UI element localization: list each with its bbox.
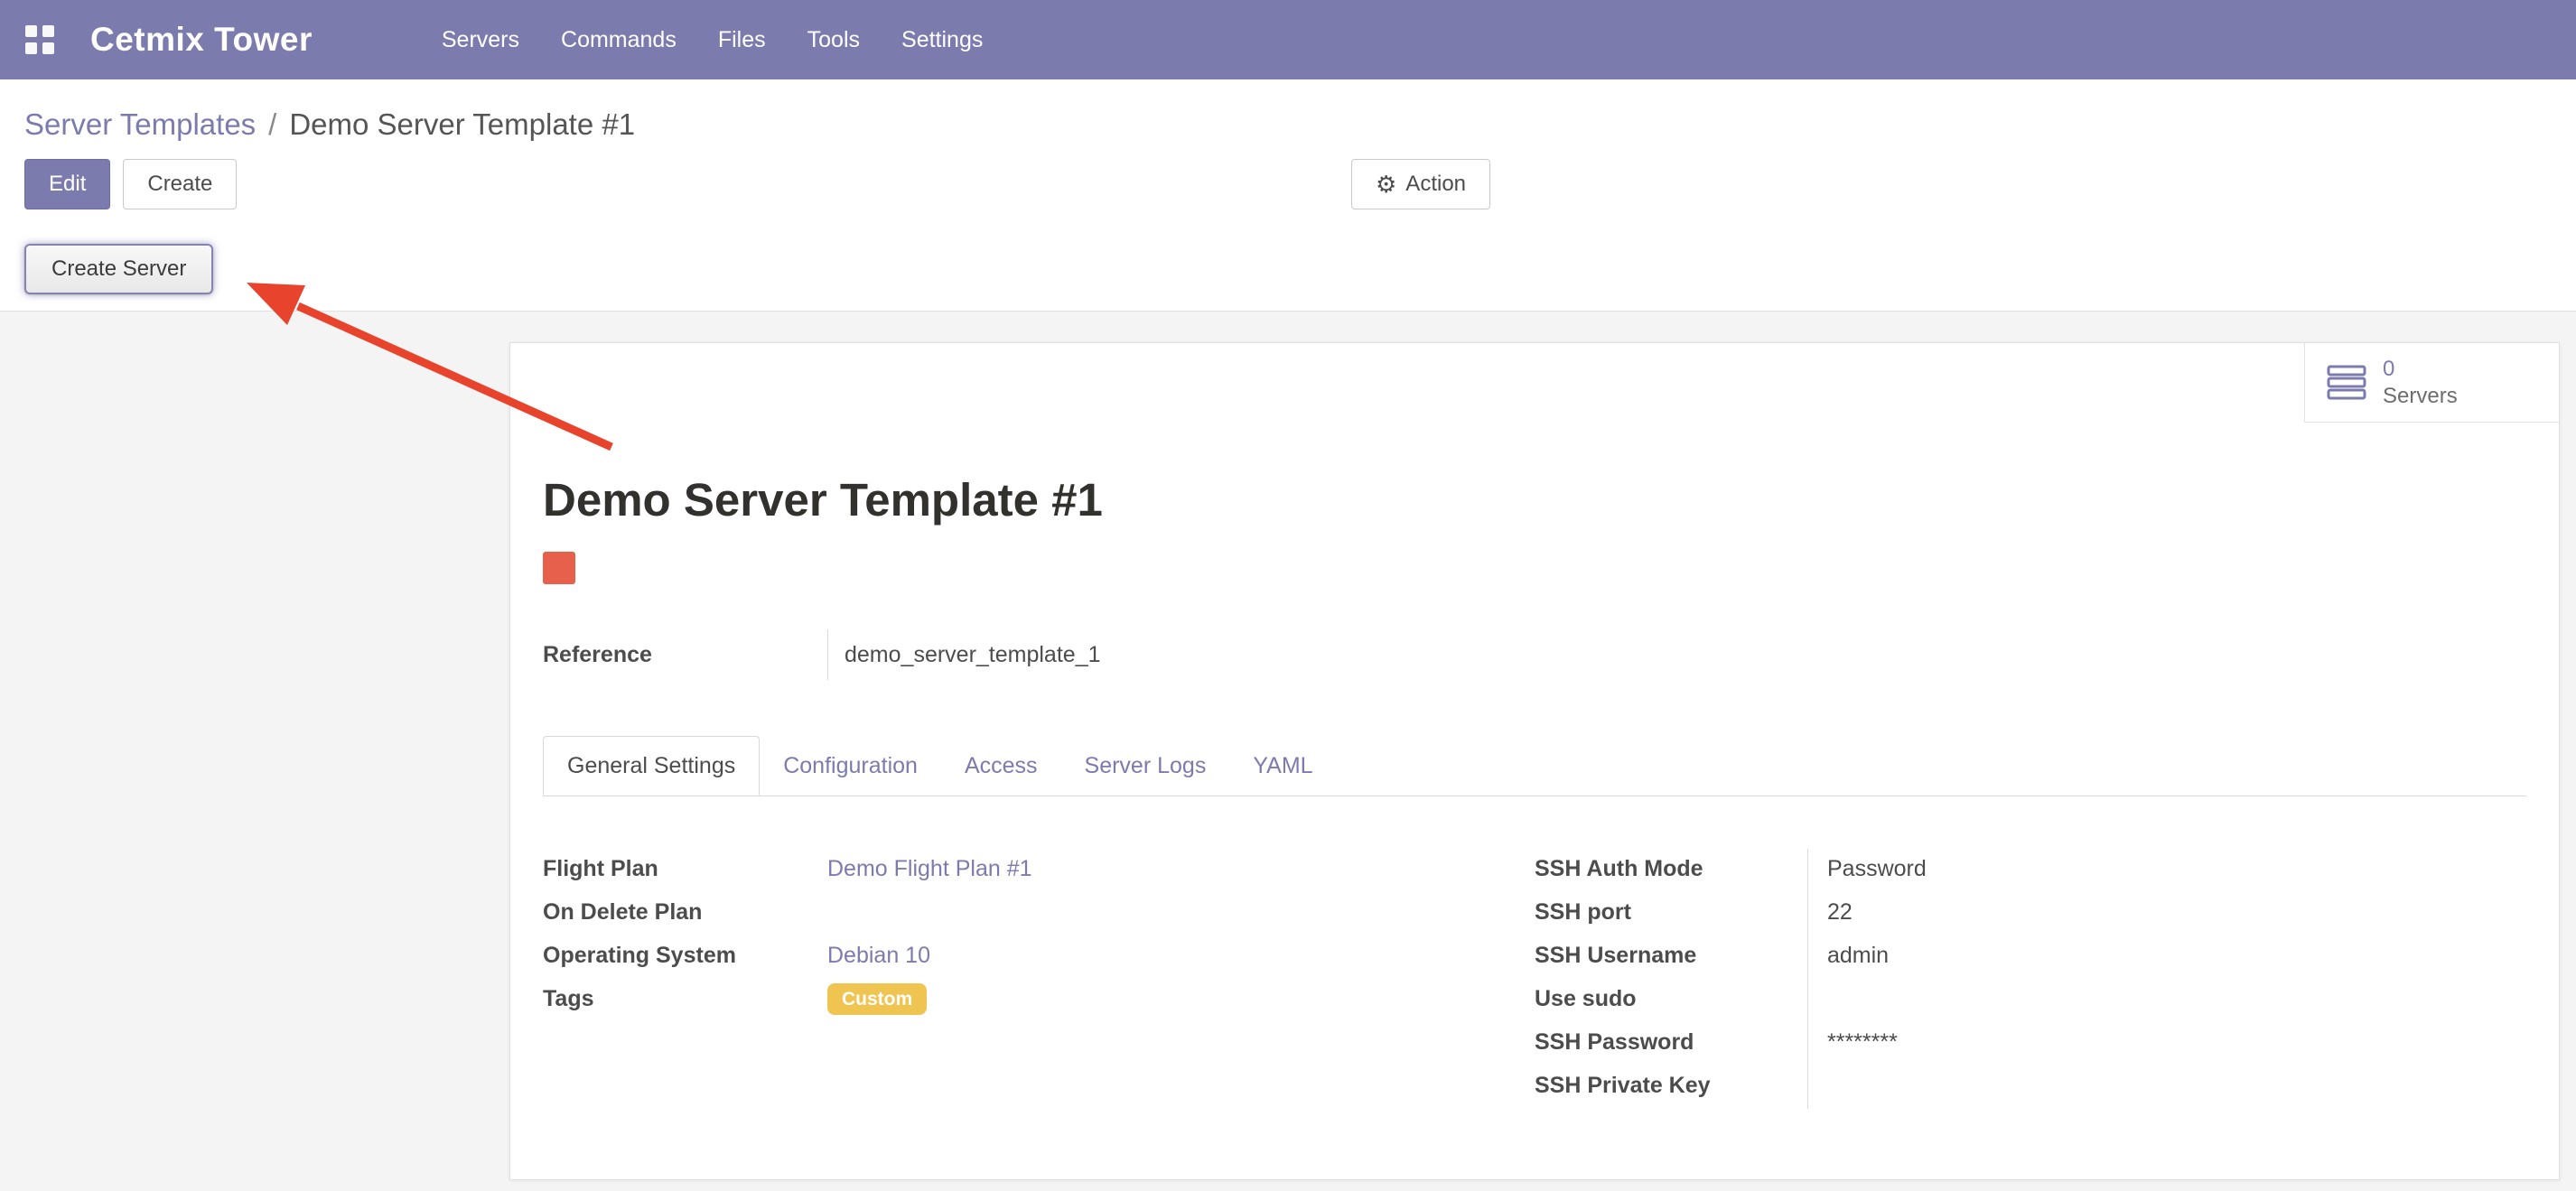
ssh-password-value: ******** bbox=[1807, 1029, 1898, 1056]
color-swatch[interactable] bbox=[543, 552, 575, 584]
menu-item-files[interactable]: Files bbox=[697, 0, 787, 79]
menu-item-servers[interactable]: Servers bbox=[421, 0, 540, 79]
apps-menu-icon[interactable] bbox=[25, 25, 54, 54]
action-button-label: Action bbox=[1405, 172, 1466, 197]
field-label: SSH port bbox=[1535, 899, 1807, 926]
gear-icon: ⚙ bbox=[1376, 172, 1396, 196]
operating-system-link[interactable]: Debian 10 bbox=[827, 943, 930, 968]
field-label: Use sudo bbox=[1535, 986, 1807, 1012]
tab-configuration[interactable]: Configuration bbox=[760, 736, 941, 796]
field-ssh-private-key: SSH Private Key bbox=[1535, 1064, 2526, 1107]
form-sheet: 0 Servers Demo Server Template #1 Refere… bbox=[509, 342, 2560, 1180]
field-ssh-password: SSH Password ******** bbox=[1535, 1020, 2526, 1064]
top-navbar: Cetmix Tower Servers Commands Files Tool… bbox=[0, 0, 2576, 79]
servers-icon bbox=[2327, 365, 2366, 401]
field-label: SSH Auth Mode bbox=[1535, 856, 1807, 882]
reference-label: Reference bbox=[543, 629, 827, 680]
tab-server-logs[interactable]: Server Logs bbox=[1061, 736, 1230, 796]
form-column-left: Flight Plan Demo Flight Plan #1 On Delet… bbox=[543, 847, 1535, 1107]
field-label: On Delete Plan bbox=[543, 899, 827, 926]
field-on-delete-plan: On Delete Plan bbox=[543, 890, 1535, 934]
field-label: Tags bbox=[543, 986, 827, 1012]
breadcrumb-current: Demo Server Template #1 bbox=[289, 107, 635, 142]
column-separator bbox=[1807, 849, 1808, 1109]
control-panel: Server Templates / Demo Server Template … bbox=[0, 79, 2576, 224]
create-server-button[interactable]: Create Server bbox=[24, 244, 213, 294]
servers-stat-text: 0 Servers bbox=[2383, 356, 2458, 410]
field-flight-plan: Flight Plan Demo Flight Plan #1 bbox=[543, 847, 1535, 890]
field-use-sudo: Use sudo bbox=[1535, 977, 2526, 1020]
tab-yaml[interactable]: YAML bbox=[1229, 736, 1336, 796]
reference-value: demo_server_template_1 bbox=[827, 629, 1101, 680]
tag-badge-custom[interactable]: Custom bbox=[827, 983, 927, 1015]
field-ssh-auth-mode: SSH Auth Mode Password bbox=[1535, 847, 2526, 890]
action-button[interactable]: ⚙ Action bbox=[1351, 159, 1490, 209]
stat-button-box: 0 Servers bbox=[510, 343, 2559, 423]
create-button[interactable]: Create bbox=[123, 159, 237, 209]
content-area: 0 Servers Demo Server Template #1 Refere… bbox=[0, 312, 2576, 1191]
menu-item-settings[interactable]: Settings bbox=[881, 0, 1003, 79]
menu-item-tools[interactable]: Tools bbox=[787, 0, 881, 79]
sheet-body: Demo Server Template #1 Reference demo_s… bbox=[510, 473, 2559, 1143]
servers-label: Servers bbox=[2383, 383, 2458, 410]
main-menu: Servers Commands Files Tools Settings bbox=[421, 0, 1003, 79]
field-label: SSH Password bbox=[1535, 1029, 1807, 1056]
field-label: SSH Username bbox=[1535, 943, 1807, 969]
menu-item-commands[interactable]: Commands bbox=[540, 0, 697, 79]
breadcrumb-separator: / bbox=[268, 107, 276, 142]
servers-count: 0 bbox=[2383, 356, 2458, 383]
flight-plan-link[interactable]: Demo Flight Plan #1 bbox=[827, 856, 1032, 881]
tab-general-settings[interactable]: General Settings bbox=[543, 736, 760, 796]
breadcrumb: Server Templates / Demo Server Template … bbox=[24, 99, 2552, 150]
ssh-username-value: admin bbox=[1807, 943, 1889, 969]
tab-access[interactable]: Access bbox=[941, 736, 1061, 796]
edit-button[interactable]: Edit bbox=[24, 159, 110, 209]
field-ssh-port: SSH port 22 bbox=[1535, 890, 2526, 934]
record-title: Demo Server Template #1 bbox=[543, 473, 2526, 526]
field-label: Operating System bbox=[543, 943, 827, 969]
control-buttons-row: Edit Create ⚙ Action bbox=[24, 159, 2552, 211]
servers-stat-button[interactable]: 0 Servers bbox=[2304, 343, 2559, 423]
breadcrumb-server-templates[interactable]: Server Templates bbox=[24, 107, 256, 142]
ssh-port-value: 22 bbox=[1807, 899, 1853, 926]
ssh-auth-mode-value: Password bbox=[1807, 856, 1927, 882]
form-statusbar: Create Server bbox=[0, 224, 2576, 312]
field-ssh-username: SSH Username admin bbox=[1535, 934, 2526, 977]
app-brand[interactable]: Cetmix Tower bbox=[90, 21, 313, 59]
field-label: SSH Private Key bbox=[1535, 1073, 1807, 1099]
reference-row: Reference demo_server_template_1 bbox=[543, 629, 2526, 680]
notebook-tabs: General Settings Configuration Access Se… bbox=[543, 736, 2526, 796]
form-fields: Flight Plan Demo Flight Plan #1 On Delet… bbox=[543, 847, 2526, 1107]
form-column-right: SSH Auth Mode Password SSH port 22 SSH U… bbox=[1535, 847, 2526, 1107]
field-label: Flight Plan bbox=[543, 856, 827, 882]
field-operating-system: Operating System Debian 10 bbox=[543, 934, 1535, 977]
field-tags: Tags Custom bbox=[543, 977, 1535, 1020]
